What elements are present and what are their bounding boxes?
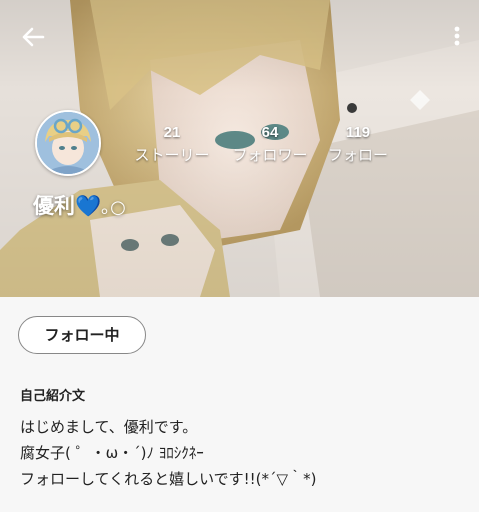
bio-heading: 自己紹介文 (20, 389, 86, 404)
bio-line: フォローしてくれると嬉しいです!!(*´▽｀*) (20, 470, 317, 488)
back-button[interactable] (18, 22, 48, 52)
bio-line: はじめまして、優利です。 (20, 418, 198, 436)
profile-stats: 21 ストーリー 64 フォロワー 119 フォロー (120, 124, 400, 174)
top-bar (0, 0, 479, 70)
profile-name: 優利💙｡○ (33, 190, 126, 220)
stat-following[interactable]: 64 フォロワー (224, 124, 316, 165)
more-vertical-icon (454, 26, 460, 46)
bio-line: 腐女子( ゜・ω・´)ﾉ ﾖﾛｼｸﾈｰ (20, 444, 204, 462)
stat-followers[interactable]: 119 フォロー (320, 124, 396, 165)
stories-label: ストーリー (134, 146, 210, 164)
avatar[interactable] (35, 110, 101, 176)
bio-text: はじめまして、優利です。 腐女子( ゜・ω・´)ﾉ ﾖﾛｼｸﾈｰ フォローしてく… (20, 414, 316, 492)
arrow-left-icon (22, 27, 45, 47)
blue-heart-icon: 💙 (75, 194, 102, 218)
profile-content: フォロー中 自己紹介文 はじめまして、優利です。 腐女子( ゜・ω・´)ﾉ ﾖﾛ… (0, 297, 479, 512)
avatar-image (37, 112, 99, 174)
following-label: フォロワー (232, 146, 308, 164)
more-options-button[interactable] (447, 22, 467, 52)
followers-count: 119 (345, 124, 371, 141)
profile-header: 21 ストーリー 64 フォロワー 119 フォロー 優利💙｡○ (0, 0, 479, 297)
stories-count: 21 (163, 124, 181, 141)
profile-name-text: 優利 (33, 194, 75, 218)
followers-label: フォロー (327, 146, 388, 164)
following-count: 64 (261, 124, 279, 141)
profile-name-suffix: ｡○ (101, 197, 126, 218)
following-button[interactable]: フォロー中 (18, 316, 146, 354)
stat-stories[interactable]: 21 ストーリー (126, 124, 218, 165)
